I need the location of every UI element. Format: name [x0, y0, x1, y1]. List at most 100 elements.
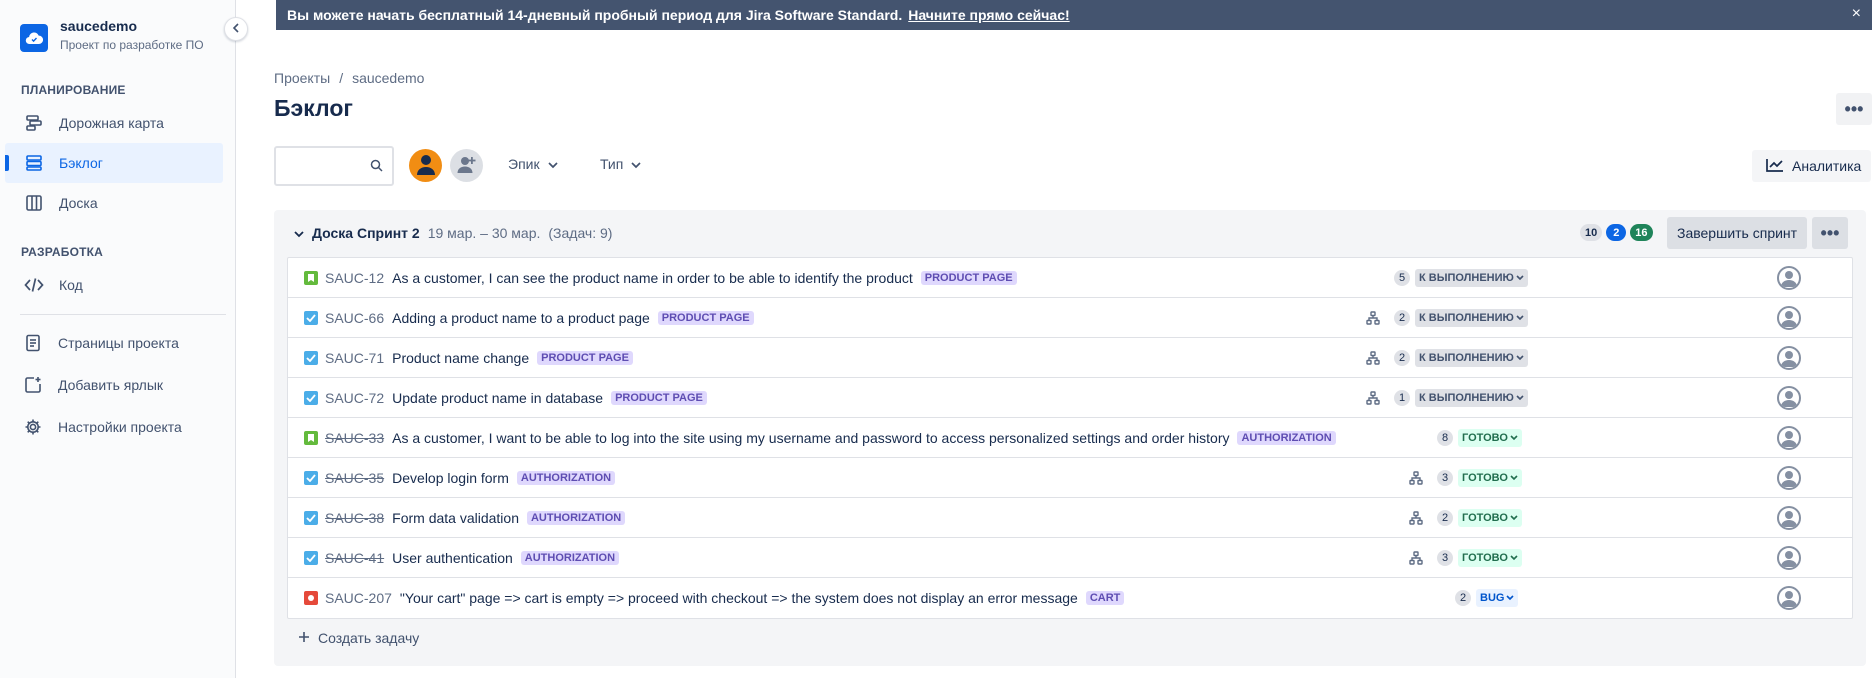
child-issues-icon[interactable]	[1409, 471, 1423, 488]
banner-start-now-link[interactable]: Начните прямо сейчас!	[908, 7, 1069, 23]
analytics-button[interactable]: Аналитика	[1752, 150, 1872, 182]
assignee-avatar[interactable]	[1777, 266, 1801, 290]
issue-row[interactable]: SAUC-12 As a customer, I can see the prod…	[288, 258, 1852, 298]
issue-summary[interactable]: User authentication	[392, 550, 513, 566]
issue-key[interactable]: SAUC-38	[325, 510, 384, 526]
create-issue-button[interactable]: Создать задачу	[298, 630, 419, 646]
close-icon[interactable]: ×	[1852, 5, 1861, 23]
add-people-button[interactable]	[450, 149, 483, 182]
epic-label: AUTHORIZATION	[1237, 430, 1336, 445]
issue-summary[interactable]: Develop login form	[392, 470, 509, 486]
sidebar-item-project-settings[interactable]: Настройки проекта	[5, 407, 223, 447]
issue-key[interactable]: SAUC-207	[325, 590, 392, 606]
issue-summary[interactable]: "Your cart" page => cart is empty => pro…	[400, 590, 1078, 606]
issue-row[interactable]: SAUC-72 Update product name in database PR…	[288, 378, 1852, 418]
assignee-avatar[interactable]	[1777, 386, 1801, 410]
epic-filter-dropdown[interactable]: Эпик	[508, 156, 558, 172]
assignee-avatar[interactable]	[1777, 546, 1801, 570]
page-more-actions-button[interactable]: •••	[1836, 93, 1872, 125]
sidebar-item-board[interactable]: Доска	[5, 183, 223, 223]
assignee-avatar[interactable]	[1777, 586, 1801, 610]
issue-row[interactable]: SAUC-71 Product name change PRODUCT PAGE 2 К…	[288, 338, 1852, 378]
status-dropdown[interactable]: К ВЫПОЛНЕНИЮ	[1415, 309, 1528, 327]
sidebar-item-label: Дорожная карта	[59, 115, 164, 131]
assignee-avatar[interactable]	[1777, 506, 1801, 530]
child-issues-icon[interactable]	[1409, 511, 1423, 528]
collapse-sidebar-button[interactable]	[224, 17, 248, 41]
status-dropdown[interactable]: ГОТОВО	[1458, 549, 1522, 567]
cloud-icon	[20, 24, 48, 52]
assignee-avatar[interactable]	[1777, 346, 1801, 370]
issue-key[interactable]: SAUC-35	[325, 470, 384, 486]
chevron-down-icon	[1510, 432, 1518, 444]
issue-summary[interactable]: As a customer, I want to be able to log …	[392, 430, 1229, 446]
issue-key[interactable]: SAUC-12	[325, 270, 384, 286]
issue-summary[interactable]: Update product name in database	[392, 390, 603, 406]
epic-label: PRODUCT PAGE	[537, 350, 633, 365]
chevron-down-icon[interactable]	[294, 225, 304, 241]
status-dropdown[interactable]: К ВЫПОЛНЕНИЮ	[1415, 349, 1528, 367]
in-progress-points-badge: 2	[1606, 224, 1627, 241]
sprint-header[interactable]: Доска Спринт 2 19 мар. – 30 мар. (Задач:…	[294, 225, 612, 241]
issue-key[interactable]: SAUC-33	[325, 430, 384, 446]
status-dropdown[interactable]: ГОТОВО	[1458, 429, 1522, 447]
assignee-avatar[interactable]	[1777, 306, 1801, 330]
project-header[interactable]: saucedemo Проект по разработке ПО	[20, 16, 204, 54]
status-dropdown[interactable]: ГОТОВО	[1458, 469, 1522, 487]
sprint-more-actions-button[interactable]: •••	[1812, 217, 1848, 249]
issue-row[interactable]: SAUC-41 User authentication AUTHORIZATION 3…	[288, 538, 1852, 578]
task-icon	[304, 390, 318, 405]
user-avatar-filter[interactable]	[409, 149, 442, 182]
type-filter-dropdown[interactable]: Тип	[600, 156, 641, 172]
task-icon	[304, 510, 318, 525]
status-dropdown[interactable]: ГОТОВО	[1458, 509, 1522, 527]
breadcrumb-project-link[interactable]: saucedemo	[352, 70, 424, 86]
issue-row[interactable]: SAUC-33 As a customer, I want to be able …	[288, 418, 1852, 458]
sidebar-item-add-shortcut[interactable]: Добавить ярлык	[5, 365, 223, 405]
epic-label: AUTHORIZATION	[516, 470, 616, 485]
backlog-icon	[23, 152, 45, 174]
status-label: К ВЫПОЛНЕНИЮ	[1419, 272, 1514, 284]
child-issues-icon[interactable]	[1409, 551, 1423, 568]
complete-sprint-button[interactable]: Завершить спринт	[1667, 217, 1808, 249]
sprint-name: Доска Спринт 2	[312, 225, 420, 241]
sidebar-item-project-pages[interactable]: Страницы проекта	[5, 323, 223, 363]
breadcrumb-projects-link[interactable]: Проекты	[274, 70, 330, 86]
todo-points-badge: 10	[1580, 224, 1603, 241]
child-issues-icon[interactable]	[1366, 391, 1380, 408]
issue-summary[interactable]: Product name change	[392, 350, 529, 366]
status-label: ГОТОВО	[1462, 512, 1508, 524]
child-issues-icon[interactable]	[1366, 351, 1380, 368]
search-input[interactable]	[274, 146, 394, 186]
child-issues-icon[interactable]	[1366, 311, 1380, 328]
epic-label: AUTHORIZATION	[520, 550, 620, 565]
sidebar-item-backlog[interactable]: Бэклог	[5, 143, 223, 183]
issue-row[interactable]: SAUC-38 Form data validation AUTHORIZATION…	[288, 498, 1852, 538]
status-dropdown[interactable]: BUG	[1476, 589, 1519, 607]
sprint-dates: 19 мар. – 30 мар.	[427, 225, 541, 241]
issue-row[interactable]: SAUC-207 "Your cart" page => cart is empt…	[288, 578, 1852, 618]
assignee-avatar[interactable]	[1777, 426, 1801, 450]
story-points-badge: 3	[1437, 550, 1453, 566]
sidebar-item-code[interactable]: Код	[5, 265, 223, 305]
issue-key[interactable]: SAUC-66	[325, 310, 384, 326]
status-label: К ВЫПОЛНЕНИЮ	[1419, 312, 1514, 324]
more-horizontal-icon: •••	[1844, 98, 1864, 119]
issue-row[interactable]: SAUC-66 Adding a product name to a produc…	[288, 298, 1852, 338]
issue-key[interactable]: SAUC-72	[325, 390, 384, 406]
issue-summary[interactable]: As a customer, I can see the product nam…	[392, 270, 913, 286]
issue-row[interactable]: SAUC-35 Develop login form AUTHORIZATION 3 Г…	[288, 458, 1852, 498]
issue-summary[interactable]: Form data validation	[392, 510, 519, 526]
status-dropdown[interactable]: К ВЫПОЛНЕНИЮ	[1415, 389, 1528, 407]
unassigned-user-icon	[1779, 508, 1799, 528]
issue-key[interactable]: SAUC-71	[325, 350, 384, 366]
status-dropdown[interactable]: К ВЫПОЛНЕНИЮ	[1415, 269, 1528, 287]
sidebar-item-roadmap[interactable]: Дорожная карта	[5, 103, 223, 143]
section-development: РАЗРАБОТКА	[21, 245, 104, 259]
issue-summary[interactable]: Adding a product name to a product page	[392, 310, 650, 326]
assignee-avatar[interactable]	[1777, 466, 1801, 490]
project-name: saucedemo	[60, 18, 138, 34]
issue-key[interactable]: SAUC-41	[325, 550, 384, 566]
unassigned-user-icon	[1779, 268, 1799, 288]
chevron-down-icon	[1516, 352, 1524, 364]
